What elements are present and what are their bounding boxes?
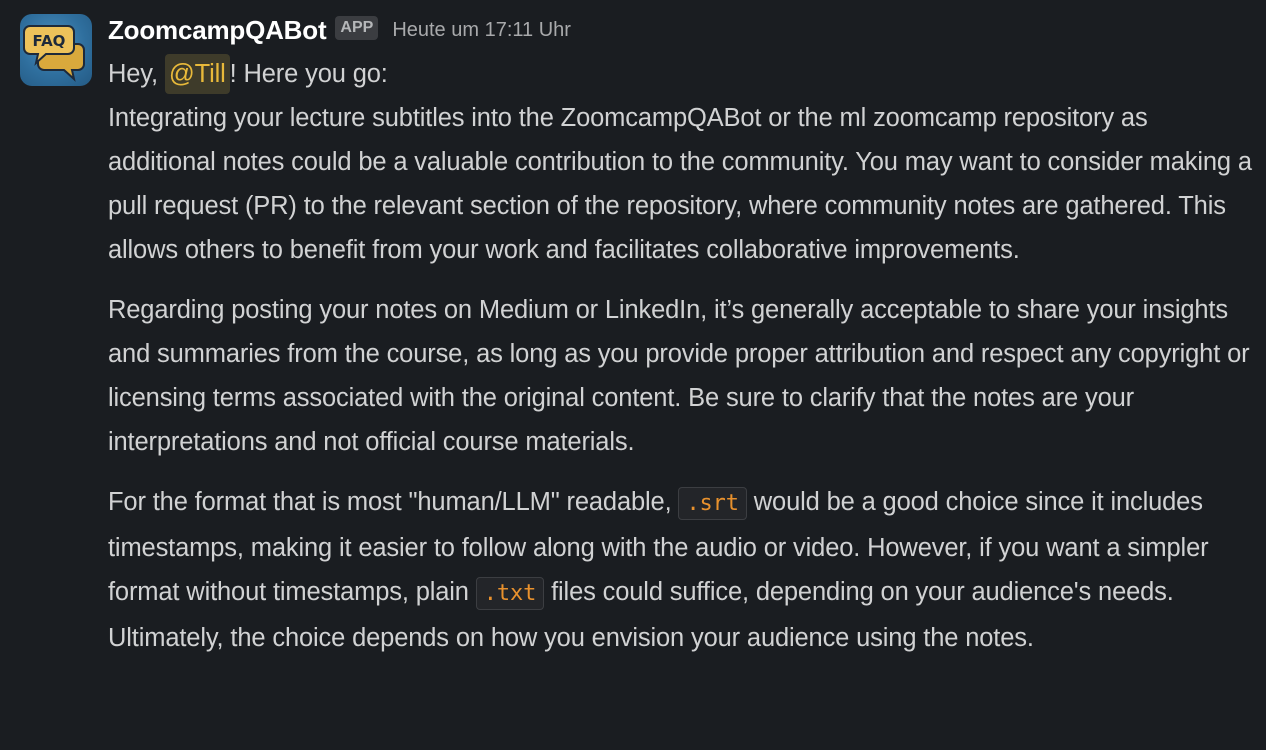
inline-code-srt: .srt (678, 487, 747, 520)
user-mention[interactable]: @Till (164, 54, 230, 94)
paragraph-3: For the format that is most "human/LLM" … (108, 480, 1258, 660)
faq-chat-bubbles-icon: FAQ (23, 25, 85, 82)
paragraph-2: Regarding posting your notes on Medium o… (108, 296, 1250, 456)
bot-avatar[interactable]: FAQ (20, 14, 92, 86)
greeting-line: Hey, @Till! Here you go: (108, 52, 1258, 96)
message-body: Hey, @Till! Here you go: Integrating you… (108, 52, 1258, 660)
message-header: ZoomcampQABot APP Heute um 17:11 Uhr (108, 12, 571, 48)
message-timestamp[interactable]: Heute um 17:11 Uhr (392, 19, 571, 42)
paragraph-3-part-1: For the format that is most "human/LLM" … (108, 488, 679, 516)
chat-message: FAQ ZoomcampQABot APP Heute um 17:11 Uhr… (0, 0, 1266, 750)
app-badge: APP (335, 16, 379, 40)
avatar-text: FAQ (33, 32, 66, 50)
greeting-suffix: ! Here you go: (229, 60, 388, 88)
greeting-prefix: Hey, (108, 60, 165, 88)
paragraph-1: Integrating your lecture subtitles into … (108, 104, 1252, 264)
inline-code-txt: .txt (475, 577, 545, 610)
sender-name[interactable]: ZoomcampQABot (108, 15, 327, 46)
